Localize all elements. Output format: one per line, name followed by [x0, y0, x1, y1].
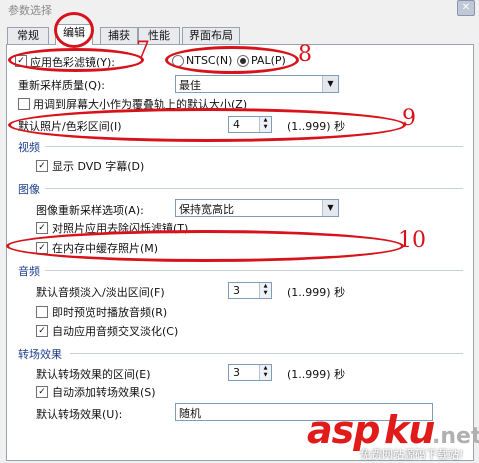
- annotation-oval-color-filter: [8, 48, 144, 72]
- audio-fade-label: 默认音频淡入/淡出区间(F): [36, 286, 165, 299]
- annotation-number-8: 8: [298, 42, 312, 67]
- instant-playback-label: 即时预览时播放音频(R): [52, 306, 168, 319]
- transition-section-divider: [70, 353, 463, 354]
- auto-add-transition-label: 自动添加转场效果(S): [52, 386, 156, 399]
- tab-general[interactable]: 常规: [7, 27, 49, 45]
- window-title: 参数选择: [8, 4, 52, 17]
- transition-duration-value: 3: [233, 366, 240, 379]
- resample-quality-value: 最佳: [179, 79, 201, 92]
- annotation-number-9: 9: [402, 106, 416, 131]
- default-transition-label: 默认转场效果(U):: [36, 408, 123, 421]
- auto-crossfade-label: 自动应用音频交叉淡化(C): [52, 325, 179, 338]
- audio-section-divider: [45, 270, 463, 271]
- auto-add-transition-checkbox[interactable]: ✓: [36, 386, 48, 398]
- video-section-divider: [45, 146, 463, 147]
- audio-fade-value: 3: [233, 284, 240, 297]
- resample-quality-label: 重新采样质量(Q):: [18, 79, 105, 92]
- tab-interface-layout[interactable]: 界面布局: [182, 27, 240, 45]
- resample-quality-select[interactable]: 最佳 ▼: [175, 75, 339, 93]
- annotation-number-10: 10: [398, 228, 426, 253]
- transition-section-title: 转场效果: [18, 348, 62, 361]
- transition-duration-stepper[interactable]: 3 ▲ ▼: [228, 364, 272, 381]
- audio-fade-stepper[interactable]: 3 ▲ ▼: [228, 282, 272, 299]
- image-resample-select[interactable]: 保持宽高比 ▼: [175, 199, 339, 217]
- audio-fade-range: (1..999) 秒: [287, 286, 346, 299]
- auto-crossfade-checkbox[interactable]: ✓: [36, 325, 48, 337]
- chevron-down-icon: ▼: [322, 200, 338, 216]
- instant-playback-checkbox[interactable]: [36, 306, 48, 318]
- image-resample-value: 保持宽高比: [179, 203, 234, 216]
- chevron-down-icon: ▼: [322, 76, 338, 92]
- spin-arrows-icon[interactable]: ▲ ▼: [259, 365, 271, 380]
- show-dvd-subtitles-label: 显示 DVD 字幕(D): [52, 160, 145, 173]
- watermark-caption: 免费网站源码下载站!: [360, 448, 464, 461]
- show-dvd-subtitles-checkbox[interactable]: ✓: [36, 160, 48, 172]
- annotation-oval-cache-images: [6, 230, 404, 262]
- default-transition-value: 随机: [179, 407, 201, 420]
- transition-duration-label: 默认转场效果的区间(E): [36, 368, 151, 381]
- tab-capture[interactable]: 捕获: [100, 27, 138, 45]
- deinterlace-checkbox[interactable]: ✓: [36, 222, 48, 234]
- fit-to-screen-checkbox[interactable]: [18, 98, 30, 110]
- transition-duration-range: (1..999) 秒: [287, 368, 346, 381]
- spin-arrows-icon[interactable]: ▲ ▼: [259, 283, 271, 298]
- video-section-title: 视频: [18, 141, 40, 154]
- audio-section-title: 音频: [18, 265, 40, 278]
- annotation-number-7: 7: [136, 38, 150, 63]
- image-section-title: 图像: [18, 183, 40, 196]
- image-section-divider: [45, 188, 463, 189]
- close-icon[interactable]: ✕: [457, 0, 475, 16]
- annotation-circle-edit-tab: [54, 12, 94, 48]
- annotation-oval-image-duration: [8, 108, 406, 142]
- annotation-oval-tv-standard: [165, 46, 299, 74]
- image-resample-label: 图像重新采样选项(A):: [36, 204, 144, 217]
